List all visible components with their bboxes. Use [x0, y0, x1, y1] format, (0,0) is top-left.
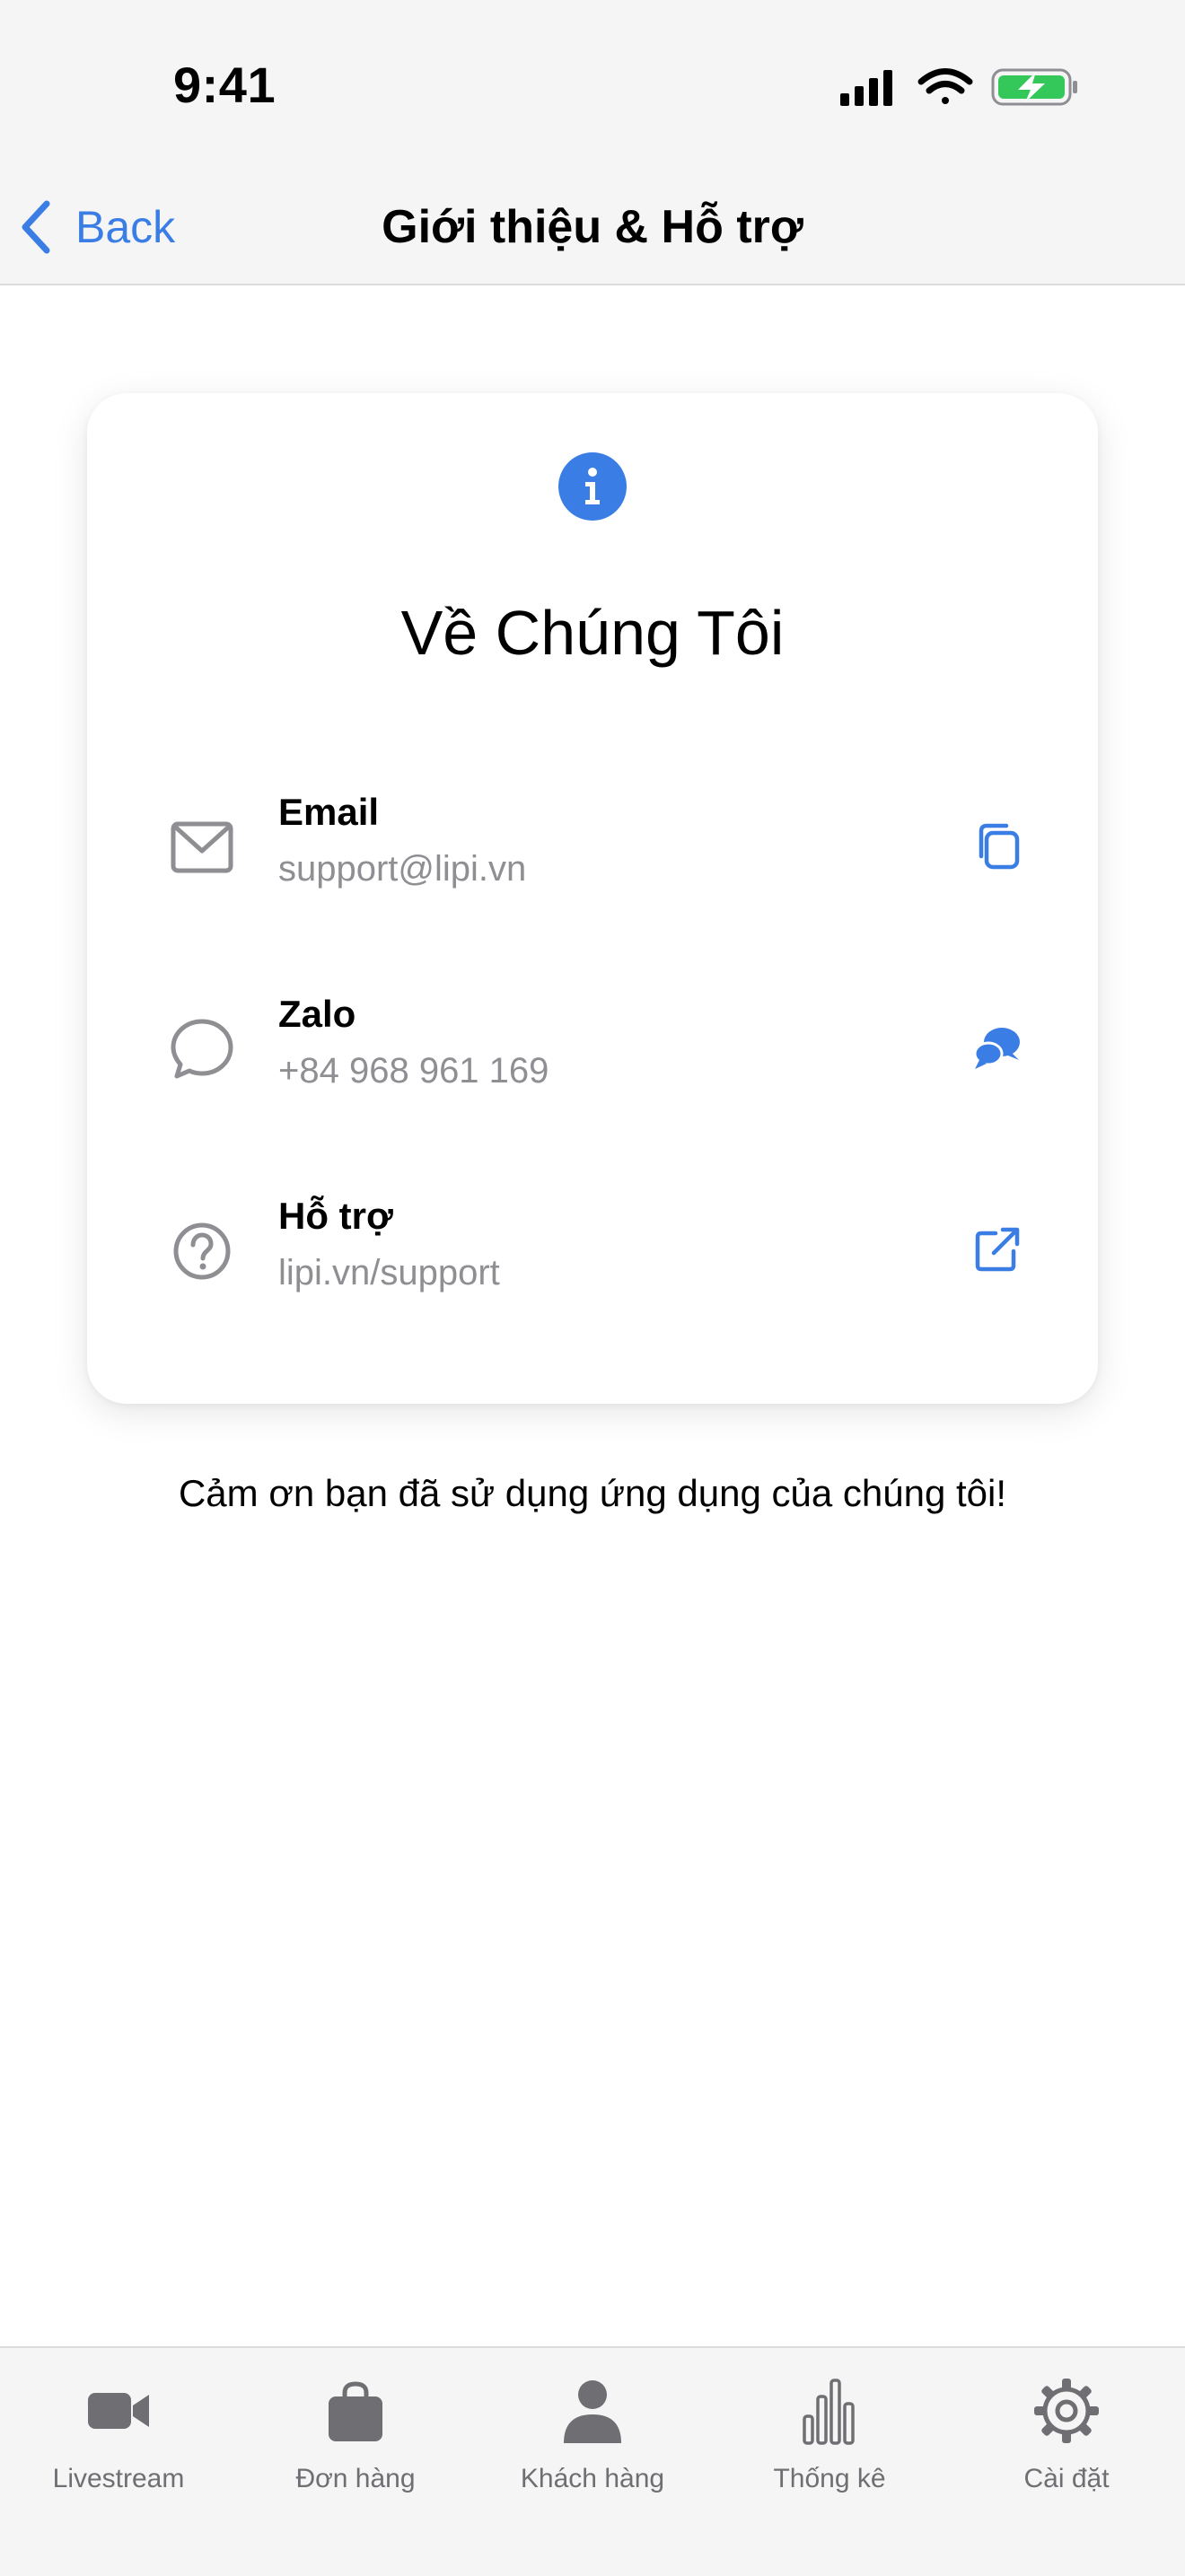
- external-link-icon[interactable]: [972, 1224, 1023, 1275]
- gear-icon: [1034, 2379, 1099, 2443]
- mail-icon: [171, 821, 233, 873]
- navigation-bar: Back Giới thiệu & Hỗ trợ: [0, 171, 1185, 285]
- contact-row-zalo: Zalo +84 968 961 169: [87, 981, 1098, 1116]
- wifi-icon: [917, 68, 973, 104]
- tab-label: Khách hàng: [520, 2464, 665, 2493]
- question-circle-icon: [173, 1222, 231, 1280]
- support-value: lipi.vn/support: [278, 1253, 500, 1292]
- status-time: 9:41: [173, 57, 276, 113]
- chat-bubble-icon: [171, 1019, 233, 1079]
- status-icons: [840, 68, 1077, 106]
- support-label: Hỗ trợ: [278, 1195, 393, 1237]
- tab-label: Livestream: [52, 2464, 185, 2493]
- card-title: Về Chúng Tôi: [400, 598, 785, 668]
- contact-row-support: Hỗ trợ lipi.vn/support: [87, 1183, 1098, 1318]
- tab-statistics[interactable]: Thống kê: [711, 2368, 948, 2511]
- chat-bubbles-icon[interactable]: [972, 1022, 1023, 1073]
- contact-row-email: Email support@lipi.vn: [87, 779, 1098, 914]
- tab-livestream[interactable]: Livestream: [0, 2368, 237, 2511]
- person-icon: [564, 2380, 621, 2443]
- tab-orders[interactable]: Đơn hàng: [237, 2368, 474, 2511]
- cellular-signal-icon: [840, 70, 892, 106]
- tab-label: Thống kê: [773, 2464, 886, 2493]
- page-title: Giới thiệu & Hỗ trợ: [382, 201, 803, 253]
- info-icon: [558, 452, 627, 521]
- zalo-label: Zalo: [278, 993, 356, 1035]
- tab-settings[interactable]: Cài đặt: [948, 2368, 1185, 2511]
- battery-charging-icon: [991, 68, 1077, 106]
- tab-label: Cài đặt: [1023, 2464, 1110, 2493]
- email-label: Email: [278, 791, 380, 833]
- email-value: support@lipi.vn: [278, 849, 527, 889]
- shopping-bag-icon: [329, 2381, 382, 2441]
- zalo-value: +84 968 961 169: [278, 1051, 549, 1091]
- bar-chart-icon: [803, 2379, 855, 2445]
- tab-bar: Livestream Đơn hàng Khách hàng Thống kê: [0, 2346, 1185, 2576]
- tab-customers[interactable]: Khách hàng: [474, 2368, 711, 2511]
- about-card: Về Chúng Tôi Email support@lipi.vn Zalo …: [87, 393, 1098, 1404]
- copy-icon[interactable]: [972, 820, 1023, 871]
- video-camera-icon: [88, 2393, 149, 2429]
- status-bar: 9:41: [0, 0, 1185, 171]
- thank-you-message: Cảm ơn bạn đã sử dụng ứng dụng của chúng…: [178, 1472, 1007, 1514]
- tab-label: Đơn hàng: [295, 2464, 416, 2493]
